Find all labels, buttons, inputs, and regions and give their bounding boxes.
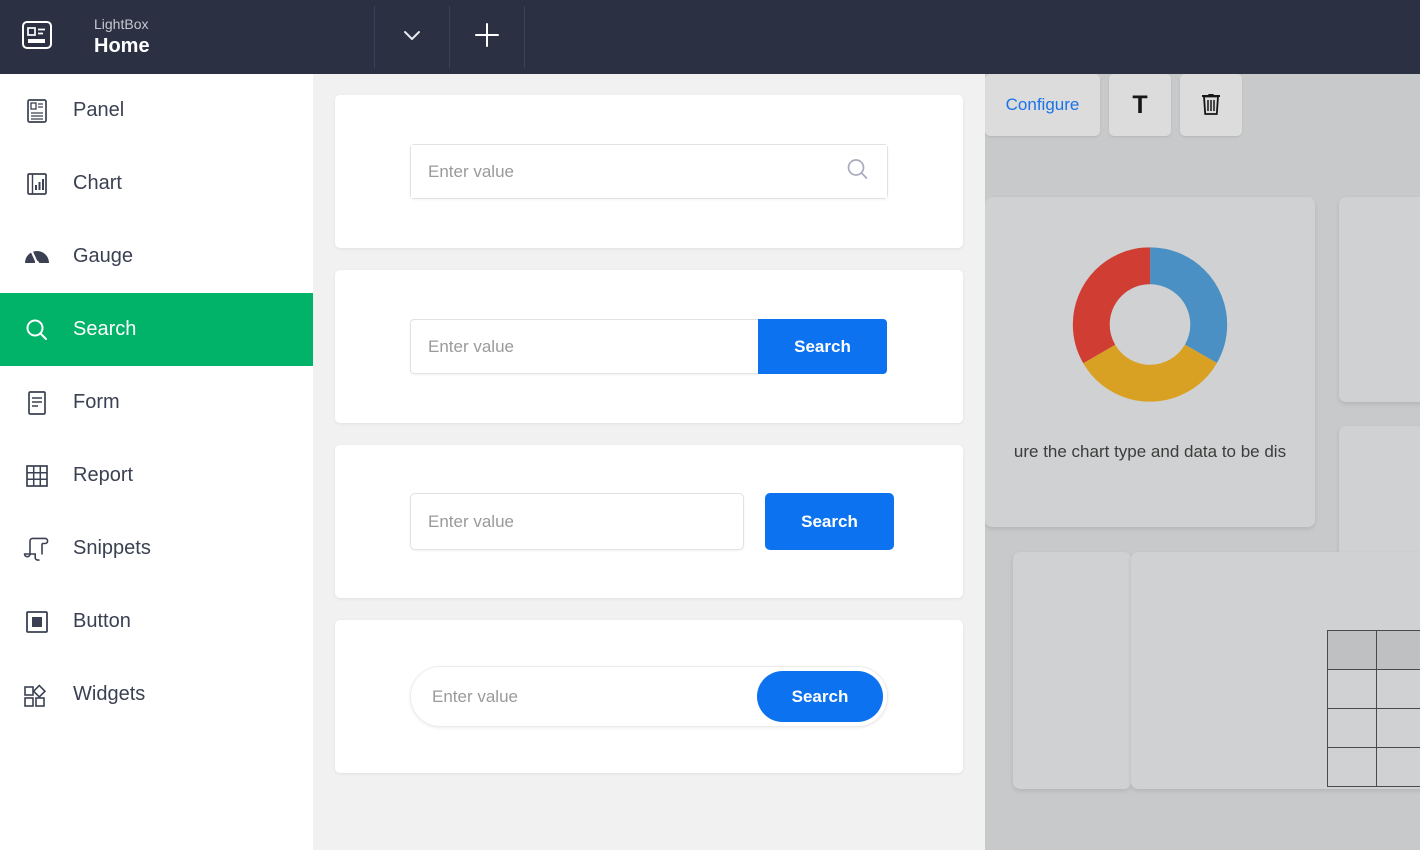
search-input-1[interactable] <box>411 145 887 198</box>
search-field-group-1 <box>410 144 888 199</box>
sidebar-item-form[interactable]: Form <box>0 366 313 439</box>
search-input-3[interactable] <box>410 493 744 550</box>
search-field-group-2: Search <box>410 319 887 374</box>
canvas-toolbar: Configure T <box>985 74 1242 136</box>
search-widget-flyout: Search Search Search <box>313 74 985 850</box>
sidebar: Panel Chart Gauge Search Form Report Sni… <box>0 74 313 850</box>
search-button-4[interactable]: Search <box>757 671 883 722</box>
chevron-down-icon <box>399 22 425 53</box>
bottom-panel-preview-1[interactable] <box>1013 552 1131 789</box>
chart-icon <box>14 171 60 197</box>
gauge-icon <box>14 244 60 270</box>
sidebar-item-report[interactable]: Report <box>0 439 313 512</box>
sidebar-item-label: Search <box>73 318 137 340</box>
donut-chart <box>1072 247 1228 407</box>
search-icon <box>14 317 60 343</box>
panel-icon <box>14 98 60 124</box>
sidebar-item-label: Form <box>73 391 120 413</box>
sidebar-item-label: Panel <box>73 99 125 121</box>
text-tool-button[interactable]: T <box>1109 74 1171 136</box>
table-row <box>1327 630 1420 670</box>
sidebar-item-search[interactable]: Search <box>0 293 313 366</box>
breadcrumb: LightBox Home <box>74 0 374 74</box>
table-row <box>1327 669 1420 709</box>
page-dropdown-button[interactable] <box>375 0 449 74</box>
donut-slice-3 <box>1072 247 1228 402</box>
trash-icon <box>1199 90 1223 121</box>
search-variant-card-2[interactable]: Search <box>335 270 963 423</box>
search-field-group-4: Search <box>410 666 888 727</box>
page-title: Home <box>94 35 150 57</box>
search-variant-card-3[interactable]: Search <box>335 445 963 598</box>
sidebar-item-label: Gauge <box>73 245 134 267</box>
sidebar-item-chart[interactable]: Chart <box>0 147 313 220</box>
search-variant-card-1[interactable] <box>335 95 963 248</box>
text-tool-label: T <box>1132 90 1148 119</box>
report-icon <box>14 463 60 489</box>
sidebar-item-snippets[interactable]: Snippets <box>0 512 313 585</box>
sidebar-item-label: Chart <box>73 172 122 194</box>
sidebar-item-label: Report <box>73 464 134 486</box>
configure-label: Configure <box>1005 95 1080 114</box>
application-root: Configure T ure the chart type and data … <box>0 0 1420 850</box>
sidebar-item-panel[interactable]: Panel <box>0 74 313 147</box>
chart-panel-preview[interactable]: ure the chart type and data to be dis <box>985 197 1315 527</box>
search-field-group-3: Search <box>410 493 894 550</box>
layout-card-icon <box>20 18 54 57</box>
app-logo[interactable] <box>0 0 74 74</box>
button-icon <box>14 609 60 635</box>
header-spacer <box>525 0 1420 74</box>
app-header: LightBox Home <box>0 0 1420 74</box>
sidebar-item-widgets[interactable]: Widgets <box>0 658 313 731</box>
search-button-3[interactable]: Search <box>765 493 894 550</box>
plus-icon <box>472 20 502 55</box>
form-icon <box>14 390 60 416</box>
sidebar-item-gauge[interactable]: Gauge <box>0 220 313 293</box>
sidebar-item-label: Button <box>73 610 131 632</box>
table-preview <box>1327 630 1420 787</box>
magnifier-icon[interactable] <box>845 156 871 187</box>
search-button-2[interactable]: Search <box>758 319 887 374</box>
side-panel-preview-1[interactable] <box>1339 197 1420 402</box>
table-row <box>1327 747 1420 787</box>
snippets-icon <box>14 536 60 562</box>
widgets-icon <box>14 682 60 708</box>
configure-button[interactable]: Configure <box>985 74 1100 136</box>
app-name: LightBox <box>94 16 149 32</box>
search-variant-card-4[interactable]: Search <box>335 620 963 773</box>
delete-button[interactable] <box>1180 74 1242 136</box>
search-input-2[interactable] <box>410 319 758 374</box>
bottom-panel-preview-2[interactable] <box>1131 552 1420 789</box>
add-page-button[interactable] <box>450 0 524 74</box>
chart-caption: ure the chart type and data to be dis <box>1013 442 1287 461</box>
sidebar-item-label: Snippets <box>73 537 151 559</box>
sidebar-item-button[interactable]: Button <box>0 585 313 658</box>
sidebar-item-label: Widgets <box>73 683 146 705</box>
table-row <box>1327 708 1420 748</box>
